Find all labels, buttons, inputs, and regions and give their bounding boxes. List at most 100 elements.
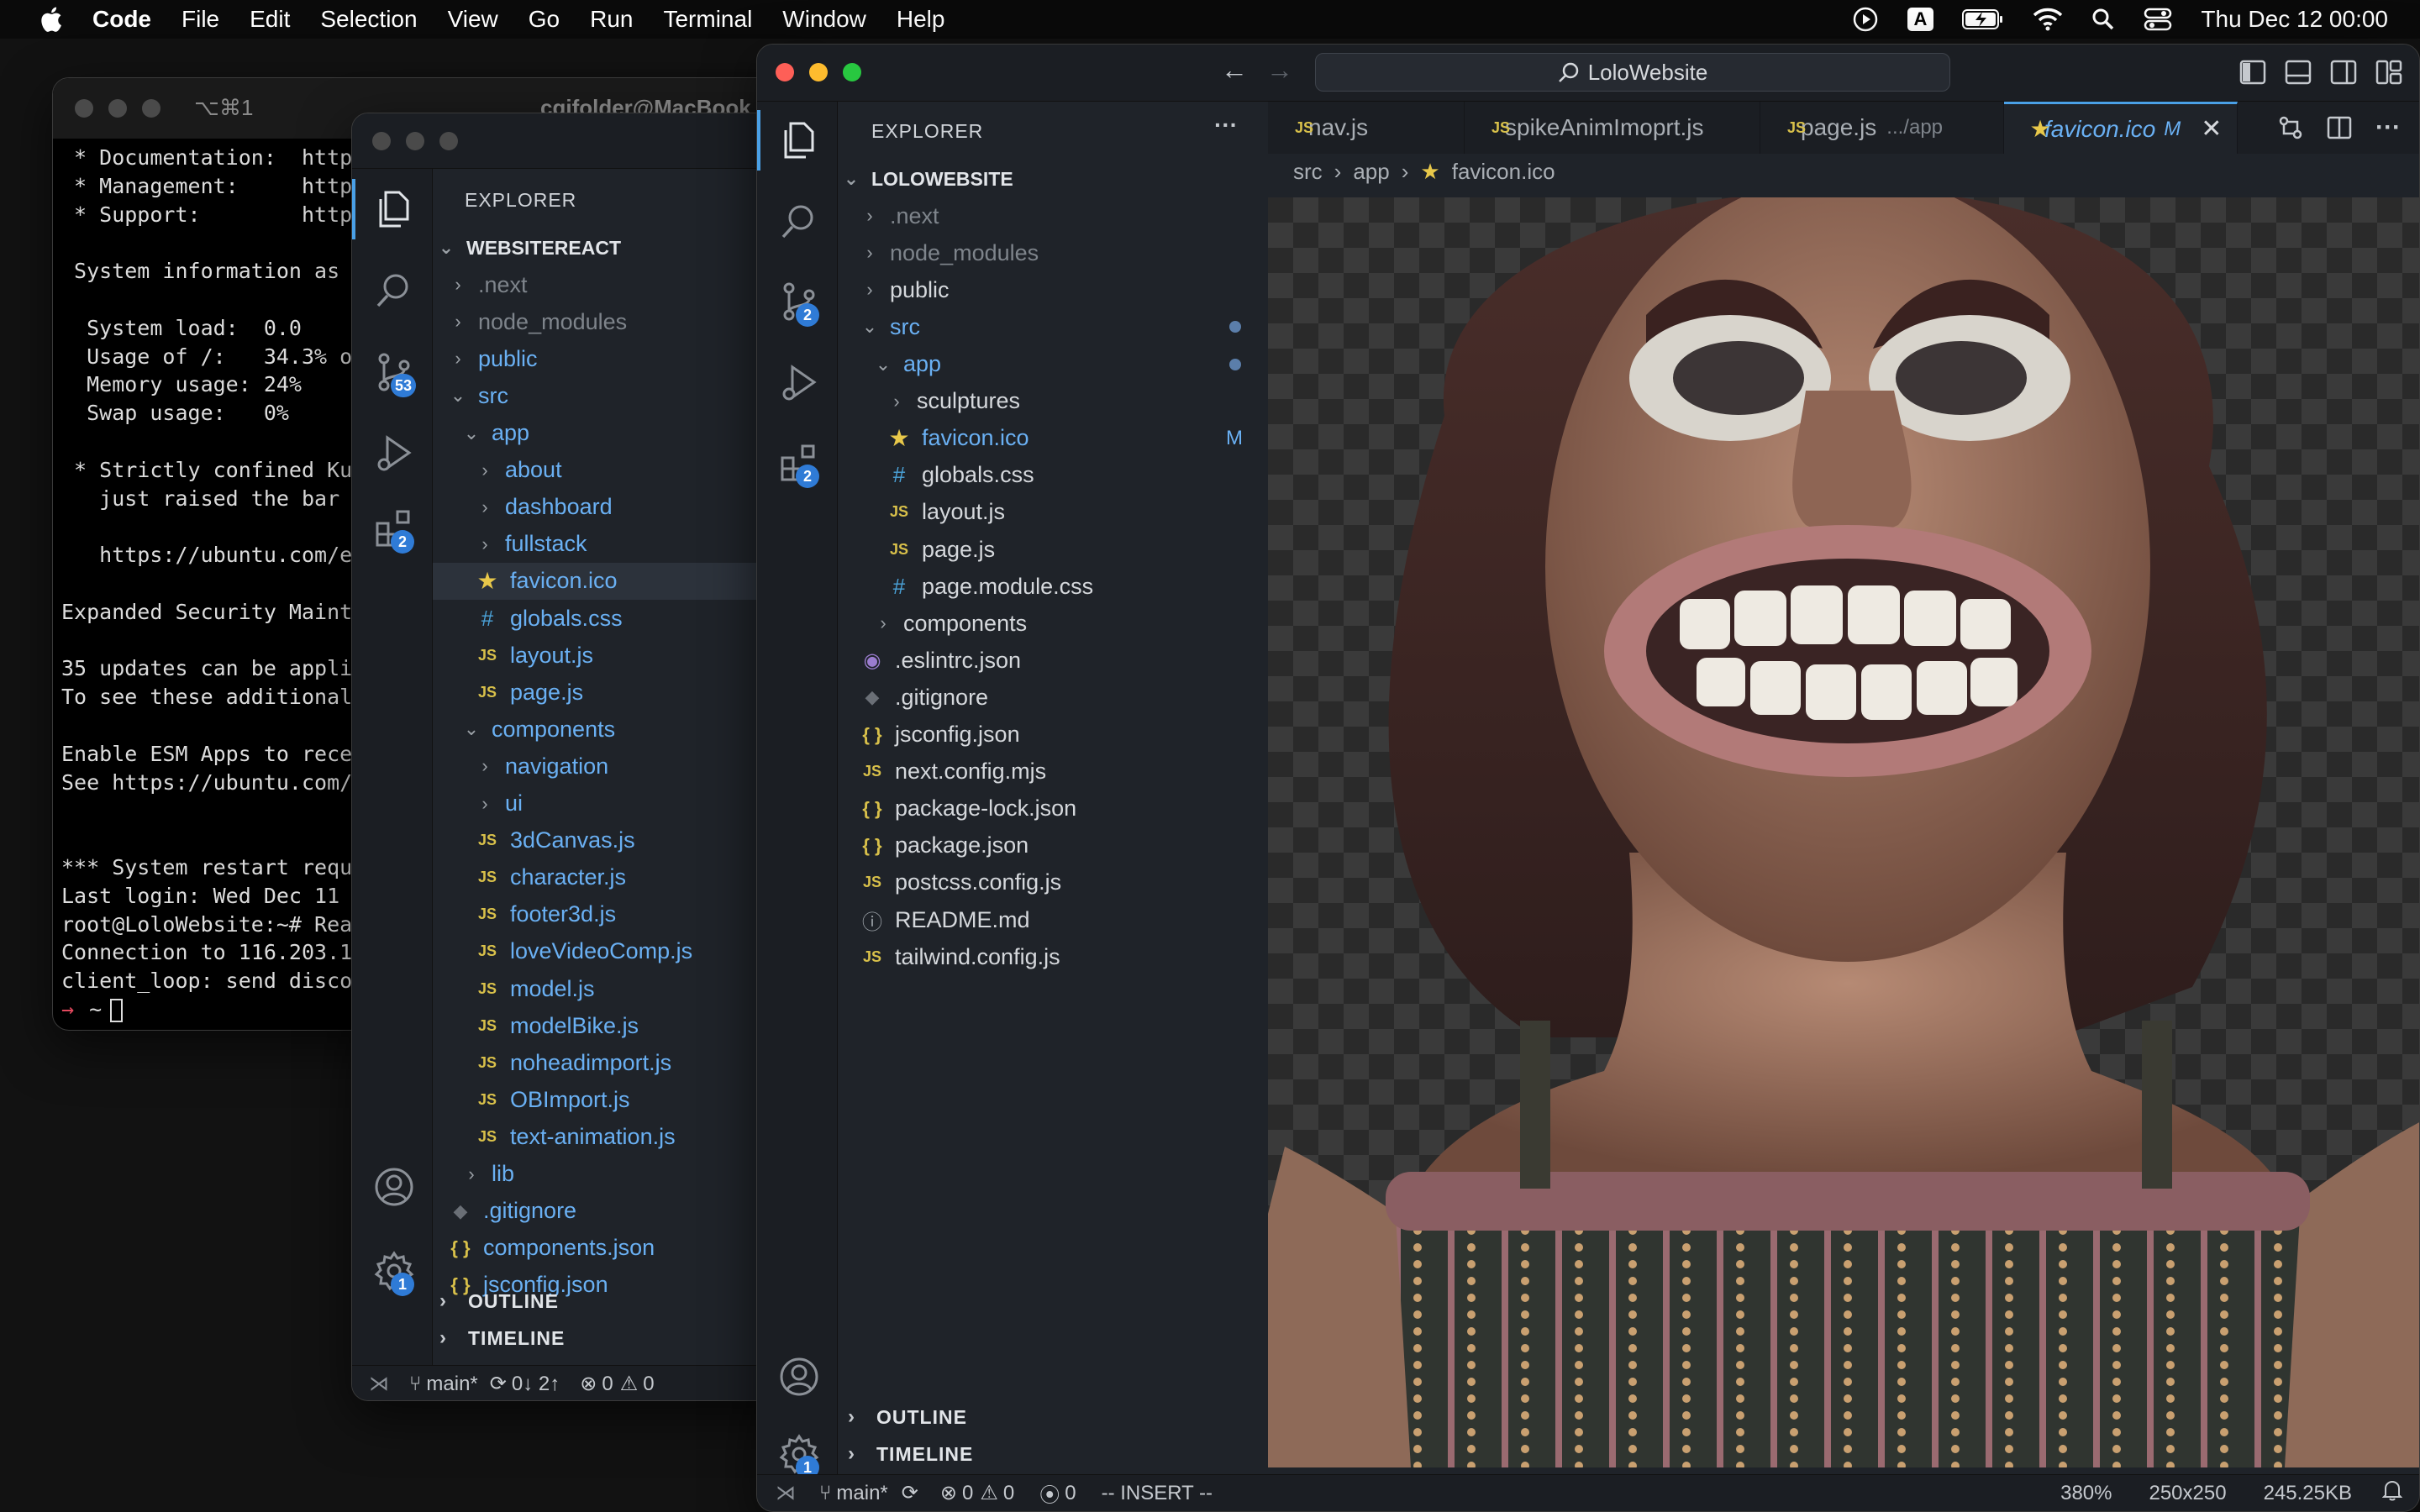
wifi-icon[interactable] <box>2033 8 2063 31</box>
toggle-panel-icon[interactable] <box>2285 60 2312 85</box>
branch-name[interactable]: main* <box>426 1373 477 1396</box>
source-control-icon[interactable]: 2 <box>779 281 819 327</box>
outline-section[interactable]: › OUTLINE <box>439 1289 559 1313</box>
editor-more-actions-icon[interactable]: ··· <box>2375 113 2401 142</box>
error-icon[interactable]: ⊗ <box>940 1481 957 1505</box>
tree-folder[interactable]: ⌄ src <box>861 308 1268 345</box>
tree-folder[interactable]: ⌄ app <box>875 346 1268 383</box>
command-center-search[interactable]: LoloWebsite <box>1315 53 1950 92</box>
toggle-secondary-sidebar-icon[interactable] <box>2330 60 2357 85</box>
tab-page-js[interactable]: JS page.js .../app <box>1760 102 2004 154</box>
breadcrumb-item[interactable]: favicon.ico <box>1452 159 1555 185</box>
tree-folder[interactable]: › sculptures <box>888 383 1268 420</box>
tree-file[interactable]: ★ favicon.ico M <box>888 420 1268 457</box>
warning-count[interactable]: 0 <box>1003 1482 1014 1505</box>
menu-edit[interactable]: Edit <box>250 6 290 33</box>
close-window-button[interactable] <box>776 63 794 81</box>
tree-file[interactable]: ⓘ README.md <box>861 901 1268 938</box>
ports-icon[interactable]: ⦿ <box>1039 1478 1060 1508</box>
window-controls[interactable] <box>776 63 861 81</box>
error-icon[interactable]: ⊗ <box>580 1372 597 1396</box>
apple-icon[interactable] <box>30 5 71 34</box>
split-editor-icon[interactable] <box>2327 115 2352 140</box>
zoom-window-button[interactable] <box>843 63 861 81</box>
menu-selection[interactable]: Selection <box>320 6 417 33</box>
image-preview[interactable] <box>1268 197 2419 1467</box>
tree-file[interactable]: { } package-lock.json <box>861 790 1268 827</box>
warning-icon[interactable]: ⚠ <box>620 1372 639 1396</box>
outline-section[interactable]: › OUTLINE <box>848 1405 967 1429</box>
account-icon[interactable] <box>779 1357 819 1397</box>
input-source-icon[interactable]: A <box>1907 8 1934 31</box>
menu-run[interactable]: Run <box>590 6 633 33</box>
sync-icon[interactable]: ⟳ <box>490 1372 507 1396</box>
tree-file[interactable]: JS layout.js <box>888 494 1268 531</box>
ports-count[interactable]: 0 <box>1065 1482 1076 1505</box>
account-icon[interactable] <box>374 1167 414 1207</box>
timeline-section[interactable]: › TIMELINE <box>439 1326 565 1350</box>
tree-file[interactable]: ◉ .eslintrc.json <box>861 642 1268 679</box>
minimize-window-button[interactable] <box>809 63 828 81</box>
explorer-icon[interactable] <box>757 110 819 171</box>
search-icon[interactable] <box>779 201 819 241</box>
screen-recording-icon[interactable] <box>1852 6 1879 33</box>
remote-icon[interactable]: ⋊ <box>369 1372 389 1396</box>
tab-spikeanimimoprt-js[interactable]: JS spikeAnimImoprt.js <box>1465 102 1760 154</box>
tree-file[interactable]: { } package.json <box>861 827 1268 864</box>
window-controls[interactable] <box>75 99 160 118</box>
open-changes-icon[interactable] <box>2278 115 2303 140</box>
forward-arrow-icon[interactable]: → <box>1266 55 1293 86</box>
control-center-icon[interactable] <box>2144 8 2172 31</box>
tree-folder[interactable]: › node_modules <box>861 234 1268 271</box>
tree-root-folder[interactable]: ⌄ LOLOWEBSITE <box>843 160 1013 197</box>
run-debug-icon[interactable] <box>374 433 414 473</box>
tree-file[interactable]: JS postcss.config.js <box>861 864 1268 901</box>
window-controls[interactable] <box>372 132 458 150</box>
extensions-icon[interactable]: 2 <box>779 443 819 488</box>
customize-layout-icon[interactable] <box>2375 60 2402 85</box>
timeline-section[interactable]: › TIMELINE <box>848 1442 973 1466</box>
tree-folder[interactable]: › public <box>861 271 1268 308</box>
tree-file[interactable]: # page.module.css <box>888 568 1268 605</box>
vsfront-titlebar[interactable]: ← → LoloWebsite <box>757 45 2419 102</box>
error-count[interactable]: 0 <box>602 1373 613 1396</box>
tab-nav-js[interactable]: JS nav.js <box>1268 102 1465 154</box>
zoom-level[interactable]: 380% <box>2060 1482 2112 1505</box>
tree-folder[interactable]: › components <box>875 605 1268 642</box>
tree-file[interactable]: JS next.config.mjs <box>861 753 1268 790</box>
menubar-clock[interactable]: Thu Dec 12 00:00 <box>2201 6 2388 33</box>
search-icon[interactable] <box>374 270 414 310</box>
back-arrow-icon[interactable]: ← <box>1221 55 1248 86</box>
run-debug-icon[interactable] <box>779 362 819 402</box>
settings-gear-icon[interactable]: 1 <box>779 1434 819 1479</box>
vscode-window-lolowebsite[interactable]: ← → LoloWebsite 2 2 1 EXPLORER ··· ⌄ LOL… <box>756 44 2420 1512</box>
explorer-icon[interactable] <box>352 179 414 239</box>
vscode-window-websitereact[interactable]: 53 2 1 EXPLORER ⌄ WEBSITEREACT › .next › no… <box>351 113 822 1401</box>
vsback-titlebar[interactable] <box>352 113 821 169</box>
branch-name[interactable]: main* <box>836 1482 887 1505</box>
settings-gear-icon[interactable]: 1 <box>374 1251 414 1296</box>
menu-view[interactable]: View <box>448 6 498 33</box>
tree-root-folder[interactable]: ⌄ WEBSITEREACT <box>438 229 621 266</box>
remote-icon[interactable]: ⋊ <box>776 1481 796 1505</box>
spotlight-search-icon[interactable] <box>2091 8 2115 31</box>
close-tab-icon[interactable]: ✕ <box>2201 114 2222 144</box>
menu-window[interactable]: Window <box>782 6 866 33</box>
menu-go[interactable]: Go <box>529 6 560 33</box>
menu-help[interactable]: Help <box>897 6 945 33</box>
battery-icon[interactable] <box>1962 8 2004 30</box>
error-count[interactable]: 0 <box>962 1482 973 1505</box>
sync-icon[interactable]: ⟳ <box>902 1481 918 1505</box>
menu-app-name[interactable]: Code <box>92 6 151 33</box>
breadcrumb-item[interactable]: src <box>1293 159 1323 185</box>
toggle-primary-sidebar-icon[interactable] <box>2239 60 2266 85</box>
tree-file[interactable]: { } jsconfig.json <box>861 717 1268 753</box>
tab-favicon-ico[interactable]: ★ favicon.ico M ✕ <box>2004 102 2238 154</box>
sync-status[interactable]: 0↓ 2↑ <box>512 1373 560 1396</box>
explorer-more-actions-icon[interactable]: ··· <box>1214 112 1238 139</box>
tree-folder[interactable]: › .next <box>861 197 1268 234</box>
menu-file[interactable]: File <box>182 6 219 33</box>
notifications-bell-icon[interactable] <box>2381 1479 2403 1507</box>
warning-icon[interactable]: ⚠ <box>980 1481 998 1505</box>
tree-file[interactable]: # globals.css <box>888 457 1268 494</box>
